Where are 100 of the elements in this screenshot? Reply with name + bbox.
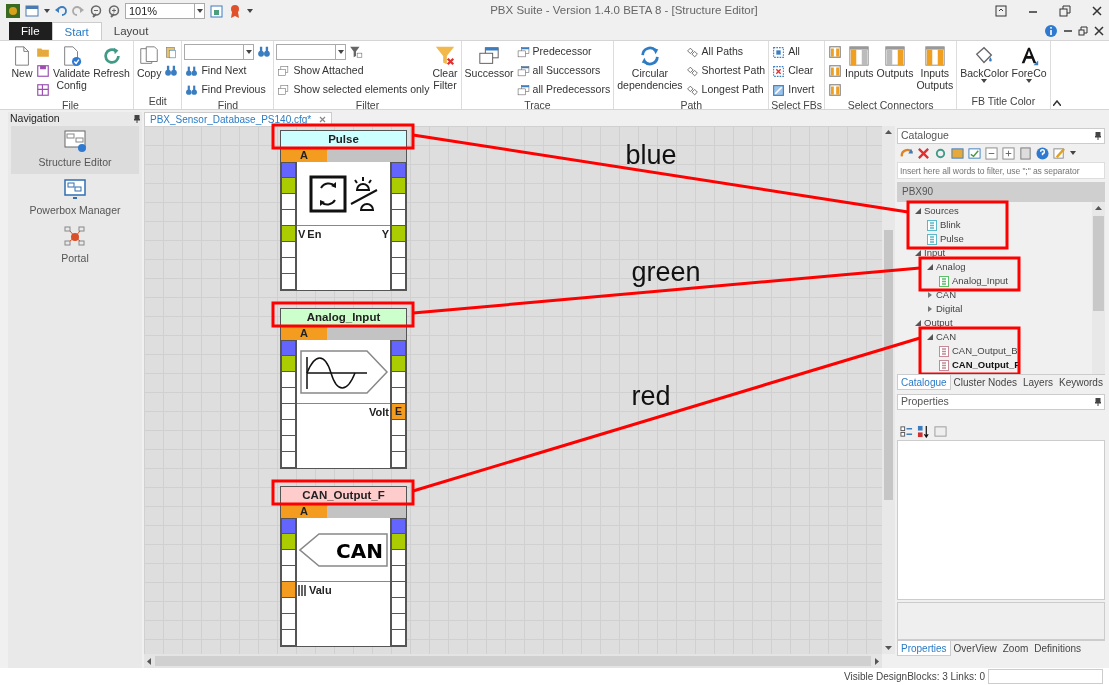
connector-pin[interactable]: [391, 630, 406, 646]
connector-pin[interactable]: [281, 194, 296, 210]
navigation-item[interactable]: Portal: [11, 221, 139, 270]
categorized-icon[interactable]: [900, 424, 913, 438]
connector-pin[interactable]: [281, 274, 296, 290]
ribbon-button[interactable]: Successor: [463, 43, 515, 79]
sort-icon[interactable]: [917, 424, 930, 438]
ribbon-button[interactable]: All Paths: [684, 43, 767, 61]
collapsed-arrow-icon[interactable]: [927, 306, 933, 312]
connector-pin[interactable]: [391, 566, 406, 582]
connector-pin[interactable]: [391, 226, 406, 242]
panel-tab[interactable]: OverView: [950, 641, 1000, 656]
ribbon-button[interactable]: Inputs: [844, 43, 875, 79]
panel-tab[interactable]: Zoom: [999, 641, 1032, 656]
expanded-arrow-icon[interactable]: [927, 264, 933, 270]
ribbon-button[interactable]: all Predecessors: [515, 81, 612, 99]
ribbon-button[interactable]: Inputs Outputs: [915, 43, 955, 91]
connector-pin[interactable]: [391, 178, 406, 194]
panel-tab[interactable]: Keywords: [1055, 375, 1106, 390]
connector-pin[interactable]: [281, 210, 296, 226]
ribbon-button[interactable]: Predecessor: [515, 43, 612, 61]
horizontal-scrollbar[interactable]: [144, 654, 882, 668]
block-title[interactable]: CAN_Output_F: [280, 486, 407, 504]
panel-tab[interactable]: Definitions: [1031, 641, 1084, 656]
search-combo-field[interactable]: [184, 44, 255, 60]
connector-pin[interactable]: [281, 614, 296, 630]
connector-pin[interactable]: [391, 210, 406, 226]
vertical-scrollbar[interactable]: [882, 126, 895, 654]
connector-pin[interactable]: [281, 388, 296, 404]
ribbon-button[interactable]: Show selected elements only: [276, 81, 431, 99]
refresh-icon[interactable]: [934, 146, 947, 160]
connector-pin[interactable]: [281, 550, 296, 566]
tree-item[interactable]: CAN_Output_B: [952, 343, 1018, 359]
ribbon-button[interactable]: Copy: [135, 43, 163, 79]
connector-pin[interactable]: E: [391, 404, 406, 420]
connector-pin[interactable]: [281, 226, 296, 242]
tree-item[interactable]: Sources: [924, 203, 959, 219]
connector-pin[interactable]: [391, 372, 406, 388]
connector-pin[interactable]: [391, 452, 406, 468]
ribbon-button[interactable]: Shortest Path: [684, 62, 767, 80]
ribbon-button[interactable]: Clear: [771, 62, 816, 80]
ribbon-tab[interactable]: Layout: [101, 22, 161, 40]
ribbon-button[interactable]: BackColor: [959, 43, 1010, 83]
binoculars-icon[interactable]: [164, 64, 179, 78]
connector-pin[interactable]: [391, 388, 406, 404]
tree-item[interactable]: Digital: [936, 301, 963, 317]
connector-pin[interactable]: [281, 630, 296, 646]
connector-pin[interactable]: [391, 550, 406, 566]
connector-pin[interactable]: [391, 598, 406, 614]
connector-pin[interactable]: [281, 372, 296, 388]
connector-pin[interactable]: [391, 242, 406, 258]
binoculars-icon[interactable]: [257, 45, 272, 59]
ribbon-button[interactable]: Refresh: [92, 43, 131, 79]
connector-pin[interactable]: [281, 534, 296, 550]
tree-item[interactable]: Output: [924, 315, 953, 331]
grid-icon[interactable]: [36, 83, 50, 97]
collapsed-arrow-icon[interactable]: [927, 292, 933, 298]
ribbon-button[interactable]: Invert: [771, 81, 816, 99]
tree-item[interactable]: CAN: [936, 329, 957, 345]
tree-item[interactable]: Pulse: [940, 231, 964, 247]
connector-pin[interactable]: [281, 258, 296, 274]
navigation-item[interactable]: Powerbox Manager: [11, 173, 139, 222]
dropdown-button[interactable]: [195, 3, 205, 19]
block-title[interactable]: Analog_Input: [280, 308, 407, 326]
connector-pin[interactable]: [281, 582, 296, 598]
ribbon-button[interactable]: Circular dependencies: [616, 43, 684, 91]
expanded-arrow-icon[interactable]: [915, 320, 921, 326]
connector-pin[interactable]: [281, 404, 296, 420]
connector-pin[interactable]: [391, 436, 406, 452]
tree-item[interactable]: CAN_Output_F: [952, 357, 1021, 373]
connector-pin[interactable]: [281, 420, 296, 436]
expanded-arrow-icon[interactable]: [927, 334, 933, 340]
tree-item[interactable]: Analog_Input: [952, 273, 1008, 289]
vertical-scrollbar[interactable]: [1092, 202, 1105, 374]
help-icon[interactable]: [1036, 146, 1049, 160]
ribbon-button[interactable]: Find Next: [184, 62, 272, 80]
ribbon-button[interactable]: Outputs: [875, 43, 915, 79]
ribbon-button[interactable]: Clear Filter: [431, 43, 459, 91]
connector-pin[interactable]: [391, 420, 406, 436]
connector-pin[interactable]: [281, 436, 296, 452]
connector-pin[interactable]: [391, 258, 406, 274]
expand-icon[interactable]: [1002, 146, 1015, 160]
connector-pin[interactable]: [391, 356, 406, 372]
connector-pin[interactable]: [391, 534, 406, 550]
columns-icon[interactable]: [828, 45, 842, 59]
ribbon-tab[interactable]: File: [9, 22, 52, 40]
search-combo-field[interactable]: [276, 44, 347, 60]
ribbon-button[interactable]: ForeCo: [1010, 43, 1048, 83]
connector-pin[interactable]: [281, 566, 296, 582]
connector-pin[interactable]: [281, 178, 296, 194]
tree-item[interactable]: Analog: [936, 259, 966, 275]
connector-pin[interactable]: [391, 274, 406, 290]
panel-tab[interactable]: Properties: [897, 641, 951, 656]
tree-item[interactable]: Blink: [940, 217, 961, 233]
tree-item[interactable]: Input: [924, 245, 946, 261]
panel-tab[interactable]: Cluster Nodes: [950, 375, 1020, 390]
close-icon[interactable]: [917, 146, 930, 160]
zoom-field[interactable]: 101%: [125, 3, 195, 19]
ribbon-button[interactable]: Show Attached: [276, 62, 431, 80]
scroll-thumb[interactable]: [884, 230, 893, 500]
